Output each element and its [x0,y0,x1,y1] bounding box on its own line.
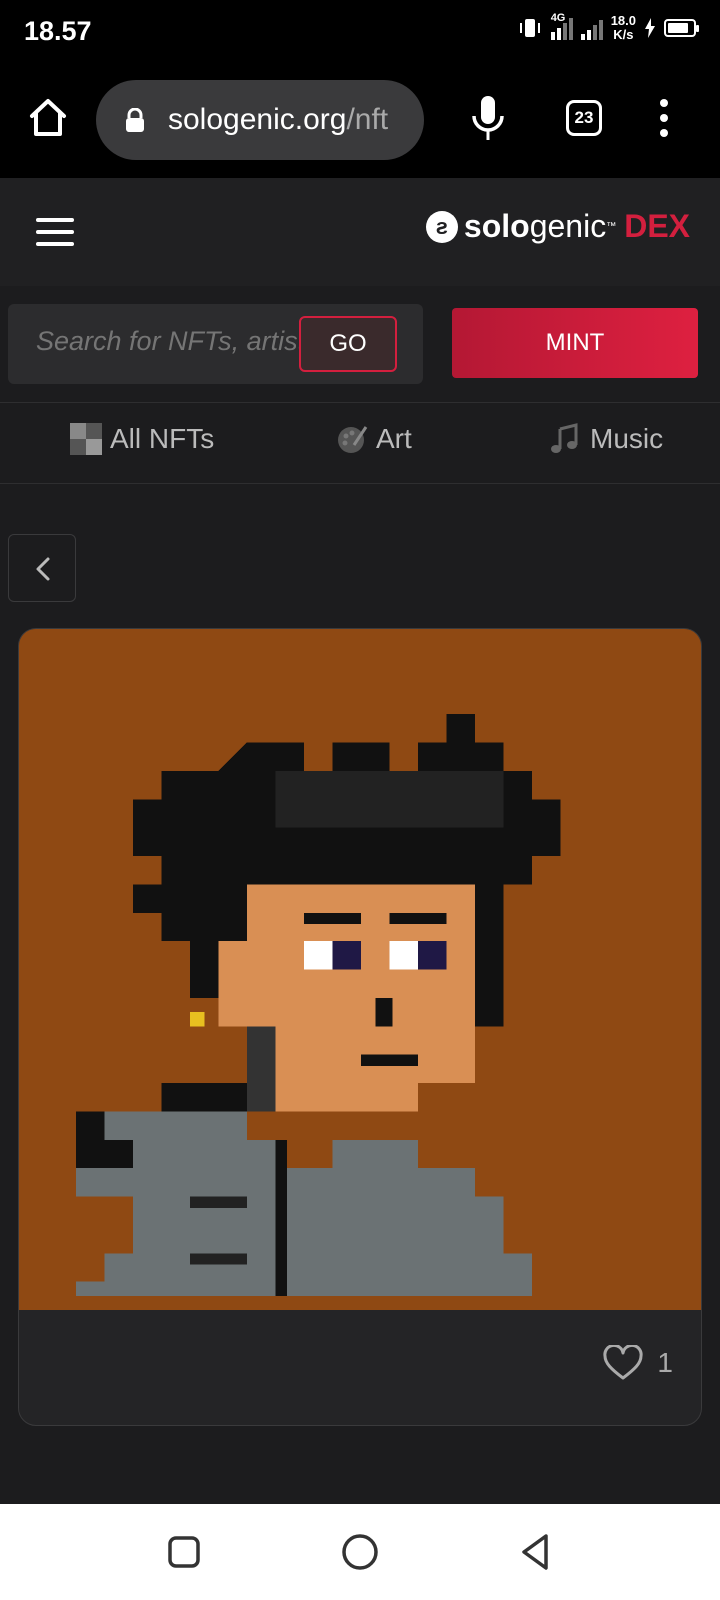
vibrate-icon [519,19,540,37]
home-circle-icon[interactable] [338,1530,382,1574]
url-domain: sologenic.org [168,103,347,136]
site-header: ƨ sologenic ™ DEX [0,178,720,286]
tab-music[interactable]: Music [550,423,663,455]
speed-unit: K/s [613,27,634,42]
system-nav-bar [0,1504,720,1600]
network-speed: 18.0 K/s [611,14,636,42]
tab-art[interactable]: Art [336,423,412,455]
brand-dex: DEX [624,208,690,244]
status-time: 18.57 [24,16,92,46]
search-box: GO [8,304,423,384]
url-text: sologenic.org/nft [168,103,388,137]
chevron-left-icon [36,557,50,581]
heart-icon[interactable] [603,1345,644,1381]
url-path: /nft [346,103,389,136]
category-tabs: All NFTs Art Music [0,402,720,484]
sologenic-logo-icon: ƨ [425,210,458,243]
go-button[interactable]: GO [299,316,397,372]
microphone-icon[interactable] [470,94,506,144]
brand-trademark: ™ [606,221,617,232]
pixel-punk-avatar [19,629,701,1310]
signal-icon-2 [580,16,603,40]
palette-icon [338,426,368,453]
search-row: GO MINT [0,286,720,402]
status-icons: 4G 18.0 K/s [517,12,699,42]
tab-label: Music [590,423,664,454]
home-icon[interactable] [26,96,70,140]
speed-value: 18.0 [610,13,636,28]
like-area[interactable]: 1 [603,1345,673,1381]
brand-logo[interactable]: ƨ sologenic ™ DEX [425,208,690,245]
mint-button[interactable]: MINT [452,308,698,378]
status-bar: 18.57 4G 18.0 K/s [0,0,720,64]
nft-image[interactable] [19,629,701,1310]
tab-label: Art [376,423,412,454]
network-type: 4G [550,12,566,24]
search-input[interactable] [36,326,306,357]
address-bar[interactable]: sologenic.org/nft [96,80,424,160]
lock-icon [126,108,144,132]
back-button[interactable] [8,534,76,602]
tab-switcher-button[interactable]: 23 [566,100,602,136]
music-note-icon [551,423,578,453]
more-options-icon[interactable] [654,98,674,138]
hamburger-menu-icon[interactable] [36,218,74,246]
recents-square-icon[interactable] [162,1530,206,1574]
brand-name-bold: solo [463,208,530,244]
back-triangle-icon[interactable] [514,1530,558,1574]
browser-toolbar: sologenic.org/nft 23 [0,64,720,178]
brand-name: sologenic [464,208,606,245]
nft-card[interactable]: 1 [18,628,702,1426]
like-count: 1 [657,1347,673,1378]
brand-name-rest: genic [529,208,607,244]
charging-icon [645,18,655,38]
tab-label: All NFTs [110,423,215,454]
battery-icon [664,19,699,37]
tab-all-nfts[interactable]: All NFTs [70,423,214,455]
grid-icon [70,423,102,455]
